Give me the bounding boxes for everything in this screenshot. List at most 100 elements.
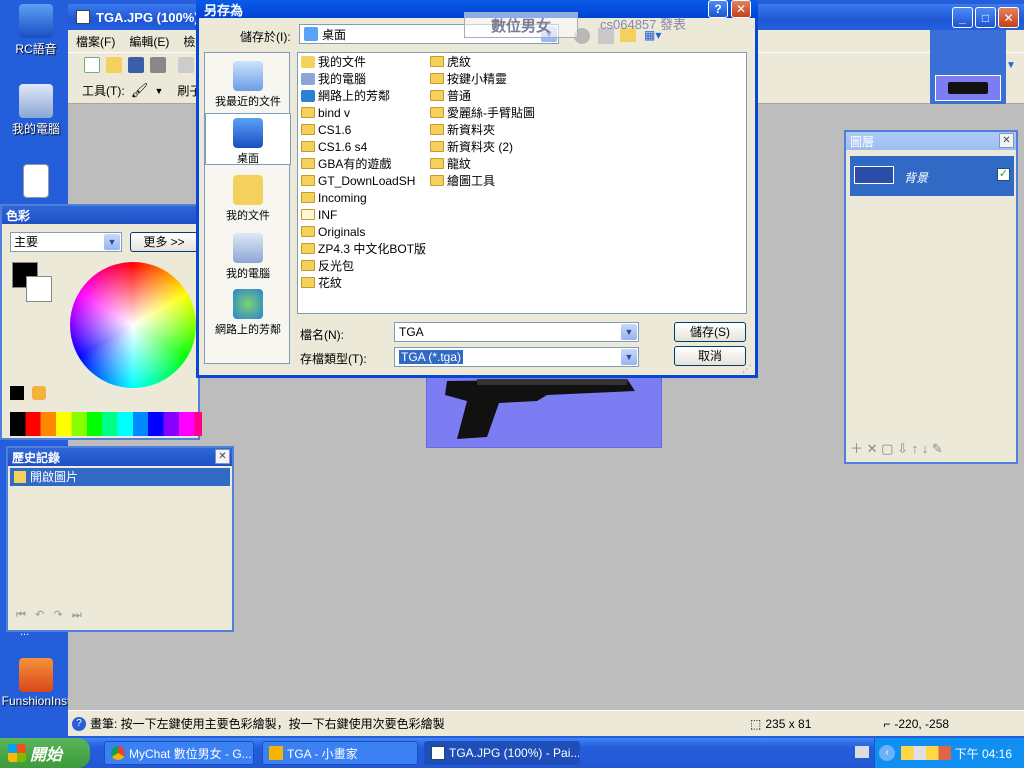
- list-item[interactable]: 愛麗絲-手臂貼圖: [430, 104, 535, 121]
- first-step-icon[interactable]: ⏮: [16, 609, 26, 621]
- redo-icon[interactable]: ↷: [53, 609, 62, 621]
- chevron-down-icon[interactable]: ▼: [1006, 60, 1016, 71]
- desktop-icon-rc[interactable]: RC語音: [0, 4, 72, 57]
- list-item[interactable]: 反光包: [301, 257, 354, 274]
- palette-icon[interactable]: [10, 386, 24, 400]
- list-item[interactable]: CS1.6: [301, 121, 351, 138]
- print-icon[interactable]: [150, 57, 166, 73]
- chevron-down-icon: ▼: [104, 234, 120, 250]
- menu-edit[interactable]: 編輯(E): [129, 33, 169, 50]
- tray-icons[interactable]: [901, 746, 951, 760]
- list-item[interactable]: GT_DownLoadSH: [301, 172, 415, 189]
- layers-panel-title[interactable]: 圖層 ✕: [846, 132, 1016, 150]
- taskbar-item-paint[interactable]: TGA - 小畫家: [262, 741, 418, 765]
- history-controls: ⏮ ↶ ↷ ⏭: [16, 608, 228, 624]
- close-button[interactable]: ✕: [731, 0, 751, 18]
- list-item[interactable]: 按鍵小精靈: [430, 70, 507, 87]
- cut-icon[interactable]: [178, 57, 194, 73]
- list-item[interactable]: GBA有的遊戲: [301, 155, 391, 172]
- last-step-icon[interactable]: ⏭: [72, 609, 82, 621]
- minimize-button[interactable]: _: [952, 7, 973, 28]
- cancel-button[interactable]: 取消: [674, 346, 746, 366]
- list-item[interactable]: 普通: [430, 87, 471, 104]
- list-item[interactable]: 新資料夾: [430, 121, 495, 138]
- layer-row[interactable]: 背景 ✓: [850, 156, 1014, 196]
- filename-field[interactable]: TGA ▼: [394, 322, 639, 342]
- paintbrush-icon[interactable]: 🖌: [131, 82, 149, 99]
- properties-icon[interactable]: ✎: [932, 441, 943, 456]
- new-file-icon[interactable]: [84, 57, 100, 73]
- list-item[interactable]: Originals: [301, 223, 365, 240]
- colors-panel-title[interactable]: 色彩: [2, 206, 198, 224]
- save-button[interactable]: 儲存(S): [674, 322, 746, 342]
- delete-layer-icon[interactable]: ✕: [867, 441, 878, 456]
- image-thumbnail[interactable]: [935, 75, 1001, 101]
- undo-icon[interactable]: ↶: [35, 609, 44, 621]
- close-icon[interactable]: ✕: [999, 133, 1014, 148]
- places-bar: 我最近的文件 桌面 我的文件 我的電腦 網路上的芳鄰: [204, 52, 291, 364]
- merge-layer-icon[interactable]: ⇩: [897, 441, 908, 456]
- folder-icon: [430, 124, 444, 135]
- list-item[interactable]: 花紋: [301, 274, 342, 291]
- tray-expand-icon[interactable]: ‹: [879, 745, 895, 761]
- place-my-documents[interactable]: 我的文件: [205, 175, 291, 223]
- desktop-icon-my-computer[interactable]: 我的電腦: [0, 84, 72, 137]
- layer-visibility-checkbox[interactable]: ✓: [997, 168, 1010, 181]
- help-button[interactable]: ?: [708, 0, 728, 18]
- duplicate-layer-icon[interactable]: ▢: [881, 441, 893, 456]
- layers-panel: 圖層 ✕ 背景 ✓ ＋ ✕ ▢ ⇩ ↑ ↓ ✎: [844, 130, 1018, 464]
- dropdown-arrow-icon[interactable]: ▼: [154, 86, 163, 96]
- help-icon: ?: [72, 716, 86, 731]
- filetype-select[interactable]: TGA (*.tga) ▼: [394, 347, 639, 367]
- move-down-icon[interactable]: ↓: [922, 441, 929, 456]
- list-item[interactable]: 我的電腦: [301, 70, 366, 87]
- list-item[interactable]: INF: [301, 206, 337, 223]
- start-button[interactable]: 開始: [0, 738, 90, 768]
- taskbar-item-chrome[interactable]: MyChat 數位男女 - G...: [104, 741, 254, 765]
- desktop-icon-document[interactable]: [0, 164, 72, 200]
- place-desktop[interactable]: 桌面: [205, 113, 291, 165]
- list-item[interactable]: 龍紋: [430, 155, 471, 172]
- clock: 下午 04:16: [954, 746, 1012, 761]
- history-item[interactable]: 開啟圖片: [10, 468, 230, 486]
- save-icon[interactable]: [128, 57, 144, 73]
- status-text: 畫筆: 按一下左鍵使用主要色彩繪製，按一下右鍵使用次要色彩繪製: [90, 717, 445, 731]
- folder-icon: [301, 158, 315, 169]
- list-item[interactable]: 新資料夾 (2): [430, 138, 513, 155]
- list-item[interactable]: Incoming: [301, 189, 367, 206]
- list-item[interactable]: bind v: [301, 104, 350, 121]
- list-item[interactable]: 網路上的芳鄰: [301, 87, 390, 104]
- move-up-icon[interactable]: ↑: [912, 441, 919, 456]
- list-item[interactable]: 繪圖工具: [430, 172, 495, 189]
- folder-icon: [301, 124, 315, 135]
- status-bar: ? 畫筆: 按一下左鍵使用主要色彩繪製，按一下右鍵使用次要色彩繪製 ⬚ 235 …: [68, 710, 1024, 736]
- color-palette[interactable]: [10, 412, 202, 436]
- more-colors-button[interactable]: 更多 >>: [130, 232, 198, 252]
- add-layer-icon[interactable]: ＋: [850, 441, 863, 456]
- menu-file[interactable]: 檔案(F): [76, 33, 115, 50]
- taskbar-item-paintnet[interactable]: TGA.JPG (100%) - Pai...: [424, 741, 580, 765]
- close-button[interactable]: ✕: [998, 7, 1019, 28]
- my-computer-icon: [233, 233, 263, 263]
- history-panel-title[interactable]: 歷史記錄 ✕: [8, 448, 232, 466]
- secondary-color-swatch[interactable]: [26, 276, 52, 302]
- color-wheel[interactable]: [70, 262, 196, 388]
- place-network[interactable]: 網路上的芳鄰: [205, 289, 291, 337]
- keyboard-icon[interactable]: [855, 746, 869, 758]
- open-file-icon[interactable]: [106, 57, 122, 73]
- maximize-button[interactable]: □: [975, 7, 996, 28]
- list-item[interactable]: ZP4.3 中文化BOT版: [301, 240, 426, 257]
- palette-menu-icon[interactable]: [32, 386, 46, 400]
- close-icon[interactable]: ✕: [215, 449, 230, 464]
- resize-grip-icon[interactable]: ⋰: [742, 364, 752, 375]
- list-item[interactable]: CS1.6 s4: [301, 138, 367, 155]
- cursor-position: -220, -258: [894, 716, 950, 731]
- list-item[interactable]: 我的文件: [301, 53, 366, 70]
- place-my-computer[interactable]: 我的電腦: [205, 233, 291, 281]
- place-recent[interactable]: 我最近的文件: [205, 61, 291, 109]
- list-item[interactable]: 虎紋: [430, 53, 471, 70]
- folder-icon: [301, 107, 315, 118]
- color-mode-select[interactable]: 主要 ▼: [10, 232, 122, 252]
- menu-view[interactable]: 檢: [183, 33, 195, 50]
- desktop-icon-funshion[interactable]: FunshionInst: [0, 658, 72, 708]
